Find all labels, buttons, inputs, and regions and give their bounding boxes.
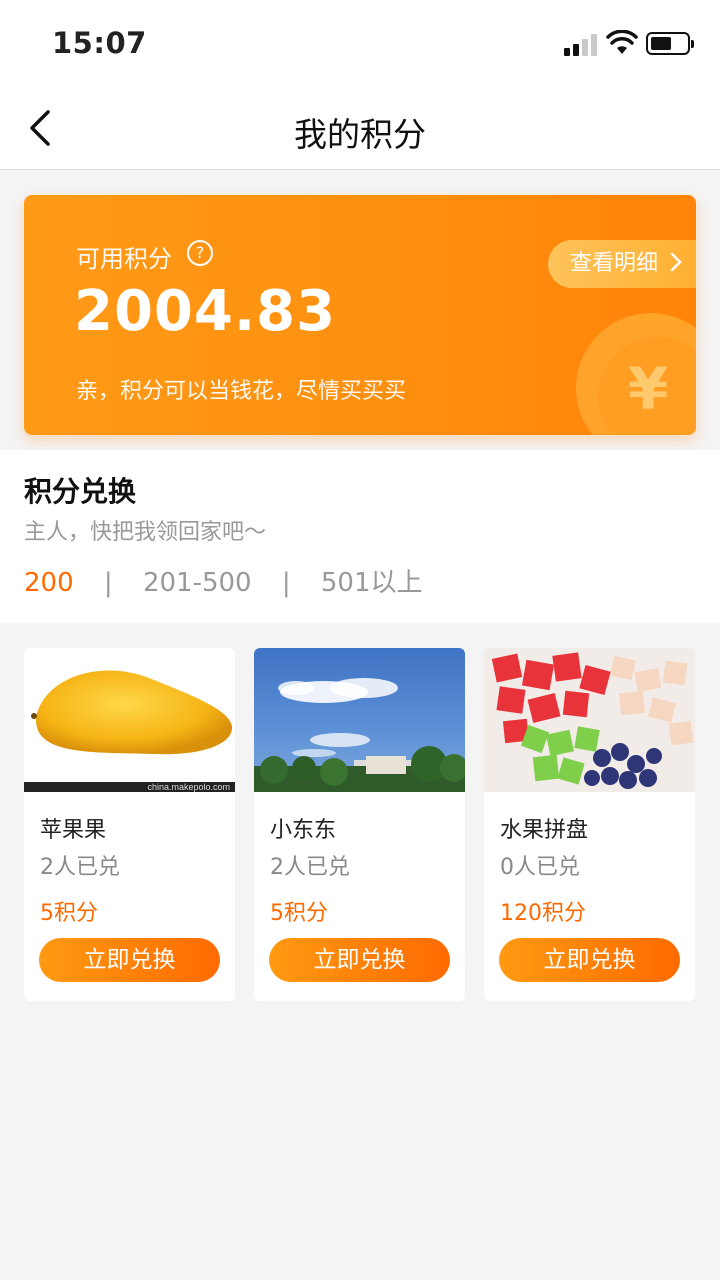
wifi-icon: [606, 30, 638, 54]
redeem-button[interactable]: 立即兑换: [39, 938, 220, 982]
nav-bar: 我的积分: [0, 88, 720, 170]
status-time: 15:07: [52, 26, 147, 60]
product-name: 苹果果: [40, 818, 107, 843]
available-points-label: 可用积分: [76, 245, 172, 273]
product-points: 5积分: [40, 901, 98, 926]
view-details-label: 查看明细: [570, 251, 659, 276]
points-range-filters: 200 | 201-500 | 501以上: [24, 562, 423, 599]
product-points: 120积分: [500, 901, 586, 926]
exchange-title: 积分兑换: [24, 475, 137, 508]
product-image-mango: china.makepolo.com: [24, 648, 235, 792]
filter-separator: |: [281, 568, 291, 598]
product-image-fruit-platter: [484, 648, 695, 792]
product-card[interactable]: 小东东 2人已兑 5积分 立即兑换: [254, 648, 465, 1001]
product-card[interactable]: 水果拼盘 0人已兑 120积分 立即兑换: [484, 648, 695, 1001]
mango-watermark: china.makepolo.com: [147, 782, 230, 792]
filter-501-plus[interactable]: 501以上: [321, 568, 423, 598]
points-amount: 2004.83: [74, 279, 337, 344]
product-redeemed-count: 2人已兑: [40, 855, 120, 880]
filter-201-500[interactable]: 201-500: [143, 568, 252, 598]
points-card: ¥ 可用积分 ? 2004.83 亲，积分可以当钱花，尽情买买买 查看明细: [24, 195, 696, 435]
exchange-subtitle: 主人，快把我领回家吧～: [24, 520, 267, 545]
product-redeemed-count: 2人已兑: [270, 855, 350, 880]
product-image-sky: [254, 648, 465, 792]
view-details-button[interactable]: 查看明细: [548, 240, 696, 288]
points-tip: 亲，积分可以当钱花，尽情买买买: [76, 379, 407, 404]
redeem-button[interactable]: 立即兑换: [269, 938, 450, 982]
help-question-icon[interactable]: ?: [187, 240, 213, 266]
cellular-signal-icon: [564, 32, 600, 56]
filter-separator: |: [103, 568, 113, 598]
exchange-section: 积分兑换 主人，快把我领回家吧～ 200 | 201-500 | 501以上: [0, 450, 720, 623]
redeem-button[interactable]: 立即兑换: [499, 938, 680, 982]
status-bar: 15:07: [0, 0, 720, 88]
battery-icon: [646, 32, 694, 55]
yen-icon: ¥: [628, 355, 669, 423]
filter-200[interactable]: 200: [24, 568, 74, 598]
product-name: 小东东: [270, 818, 337, 843]
product-card[interactable]: china.makepolo.com 苹果果 2人已兑 5积分 立即兑换: [24, 648, 235, 1001]
page-title: 我的积分: [294, 115, 426, 154]
product-name: 水果拼盘: [500, 818, 589, 843]
product-points: 5积分: [270, 901, 328, 926]
chevron-right-icon: [670, 252, 682, 272]
product-redeemed-count: 0人已兑: [500, 855, 580, 880]
